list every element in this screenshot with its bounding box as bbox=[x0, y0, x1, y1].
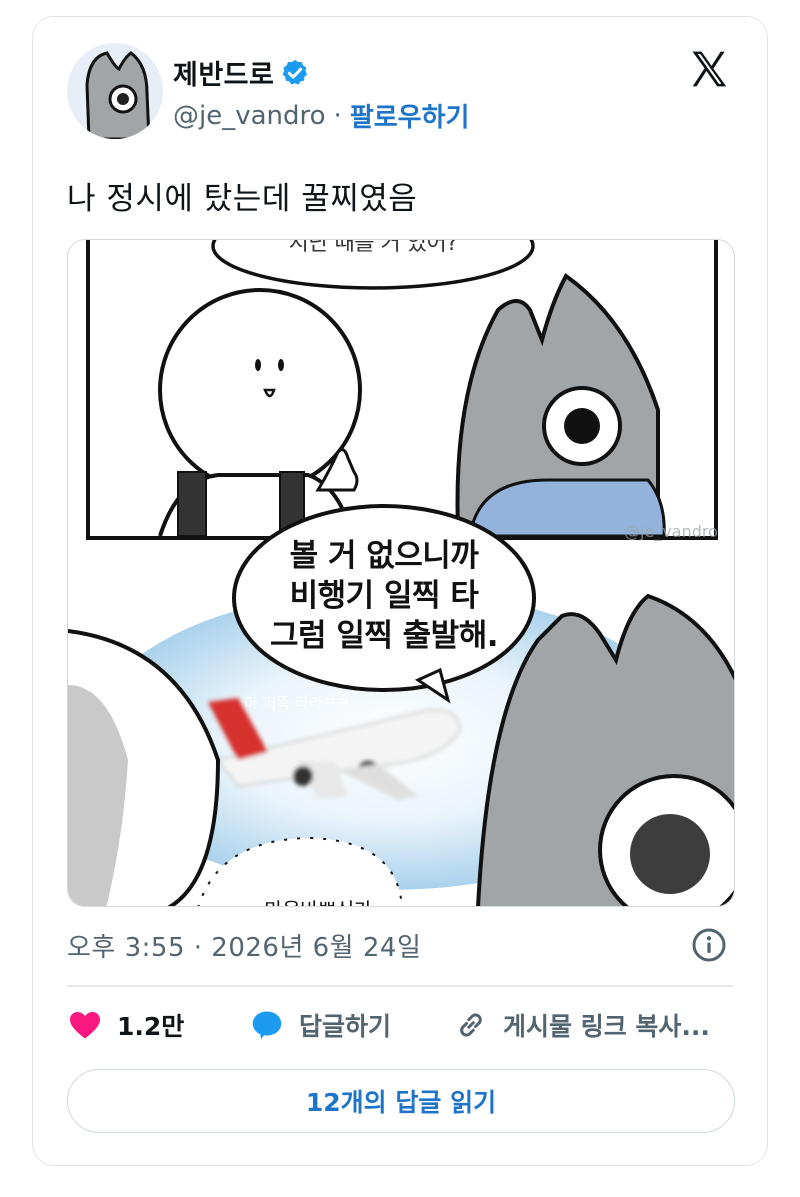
bubble-line-2: 비행기 일찍 타 bbox=[289, 578, 479, 614]
link-icon bbox=[460, 1013, 482, 1037]
verified-badge-icon bbox=[283, 59, 308, 84]
bubble-line-3: 그럼 일찍 출발해. bbox=[269, 618, 499, 654]
tweet-text: 나 정시에 탔는데 꿀찌였음 bbox=[67, 181, 418, 217]
copy-link-label: 게시물 링크 복사... bbox=[503, 1012, 710, 1041]
user-name-row: 제반드로 bbox=[173, 53, 310, 92]
like-button[interactable]: 1.2만 bbox=[67, 1007, 184, 1043]
action-bar: 1.2만 답글하기 게시물 링크 복사... bbox=[67, 1007, 737, 1051]
tweet-card: 제반드로 @je_vandro · 팔로우하기 나 정시에 탔는데 꿀찌였음 지… bbox=[32, 16, 768, 1166]
avatar-character-icon bbox=[85, 51, 151, 139]
read-replies-button[interactable]: 12개의 답글 읽기 bbox=[67, 1069, 735, 1133]
user-handle[interactable]: @je_vandro bbox=[173, 101, 326, 131]
speech-bubble-icon bbox=[252, 1011, 282, 1040]
display-name[interactable]: 제반드로 bbox=[173, 53, 274, 92]
tweet-media-image[interactable]: 지난 때를 거 있어? 볼 거 없으니까 비행기 일찍 타 그럼 일찍 출발해.… bbox=[67, 239, 735, 907]
top-speech-bubble-text: 지난 때를 거 있어? bbox=[288, 239, 458, 256]
main-speech-bubble: 볼 거 없으니까 비행기 일찍 타 그럼 일찍 출발해. bbox=[254, 536, 514, 656]
heart-icon bbox=[70, 1011, 100, 1039]
plane-caption: 마 퍼뜩 타라ㅋㅋ bbox=[244, 694, 351, 712]
likes-count: 1.2만 bbox=[117, 1012, 185, 1041]
bubble-line-1: 볼 거 없으니까 bbox=[289, 538, 479, 574]
x-logo-icon[interactable] bbox=[687, 47, 731, 91]
bottom-bubble-text: 마음바쁘신가 bbox=[218, 890, 418, 906]
divider bbox=[67, 985, 733, 987]
handle-row: @je_vandro · 팔로우하기 bbox=[173, 97, 469, 134]
reply-button[interactable]: 답글하기 bbox=[249, 1007, 391, 1043]
copy-link-button[interactable]: 게시물 링크 복사... bbox=[453, 1007, 710, 1043]
reply-label: 답글하기 bbox=[299, 1012, 392, 1041]
separator-dot: · bbox=[333, 100, 342, 131]
follow-button[interactable]: 팔로우하기 bbox=[350, 97, 470, 134]
avatar[interactable] bbox=[67, 43, 163, 139]
instagram-watermark: @je_vandro bbox=[624, 522, 718, 541]
tweet-timestamp[interactable]: 오후 3:55 · 2026년 6월 24일 bbox=[67, 927, 421, 964]
info-icon[interactable] bbox=[691, 927, 727, 963]
